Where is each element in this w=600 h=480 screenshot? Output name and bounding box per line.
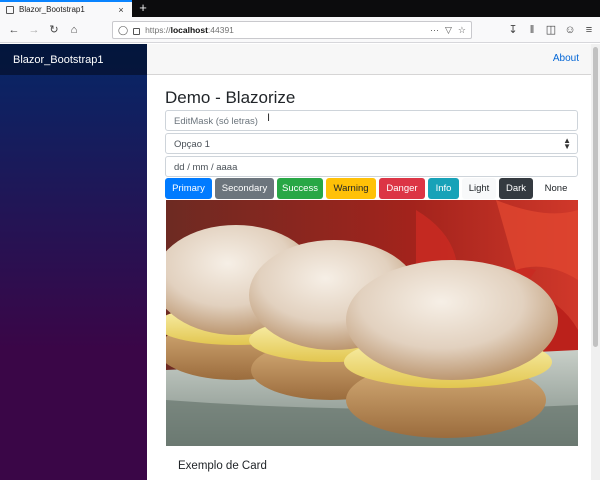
shield-icon[interactable]: ◯	[118, 25, 128, 36]
tab-close-icon[interactable]: ×	[116, 5, 126, 15]
select-caret-icon: ▲ ▼	[563, 136, 571, 151]
ellipsis-icon[interactable]: ···	[430, 25, 439, 35]
about-link[interactable]: About	[553, 53, 579, 64]
button-row: Primary Secondary Success Warning Danger…	[165, 178, 579, 199]
account-icon[interactable]: ☺	[562, 22, 578, 38]
tab-strip: Blazor_Bootstrap1 × +	[0, 0, 600, 17]
url-host: localhost	[170, 25, 208, 35]
url-text[interactable]: https://localhost:44391	[145, 25, 424, 35]
card-title: Exemplo de Card	[178, 460, 267, 472]
dark-button[interactable]: Dark	[499, 178, 533, 199]
url-port: :44391	[207, 25, 234, 35]
url-bar[interactable]: ◯ https://localhost:44391 ··· ▽ ☆	[112, 21, 472, 39]
browser-tab[interactable]: Blazor_Bootstrap1 ×	[0, 0, 132, 17]
lock-icon[interactable]	[133, 27, 141, 35]
danger-button[interactable]: Danger	[379, 178, 425, 199]
light-button[interactable]: Light	[462, 178, 496, 199]
option-select[interactable]: Opçao 1 ▲ ▼	[165, 133, 578, 154]
scrollbar-thumb[interactable]	[593, 47, 598, 347]
home-icon[interactable]: ⌂	[66, 22, 82, 38]
url-protocol: https://	[145, 25, 171, 35]
date-input[interactable]: dd / mm / aaaa	[165, 156, 578, 177]
browser-navbar: ← → ↻ ⌂ ◯ https://localhost:44391 ··· ▽ …	[0, 17, 600, 43]
success-button[interactable]: Success	[277, 178, 323, 199]
text-cursor-icon: I	[267, 112, 271, 124]
sidebar-brand[interactable]: Blazor_Bootstrap1	[0, 44, 147, 75]
back-arrow-icon[interactable]: ←	[6, 22, 22, 38]
page-favicon-icon	[6, 5, 14, 14]
top-row: About	[147, 44, 591, 75]
primary-button[interactable]: Primary	[165, 178, 212, 199]
page-scrollbar[interactable]	[591, 44, 600, 480]
browser-window: Blazor_Bootstrap1 × + ← → ↻ ⌂ ◯ https://…	[0, 0, 600, 480]
sidebar-toggle-icon[interactable]: ◫	[543, 22, 559, 38]
info-button[interactable]: Info	[428, 178, 459, 199]
download-icon[interactable]: ↧	[505, 22, 521, 38]
sidebar: Blazor_Bootstrap1	[0, 44, 147, 480]
reload-icon[interactable]: ↻	[46, 22, 62, 38]
forward-arrow-icon[interactable]: →	[26, 22, 42, 38]
secondary-button[interactable]: Secondary	[215, 178, 274, 199]
bookmark-star-icon[interactable]: ☆	[458, 25, 466, 36]
library-icon[interactable]: ‖	[524, 22, 540, 38]
none-button[interactable]: None	[536, 178, 576, 199]
pocket-icon[interactable]: ▽	[445, 25, 452, 36]
new-tab-button[interactable]: +	[136, 1, 150, 15]
warning-button[interactable]: Warning	[326, 178, 376, 199]
select-value: Opçao 1	[174, 139, 210, 150]
menu-icon[interactable]: ≡	[581, 22, 597, 38]
main-content: About Demo - Blazorize EditMask (só letr…	[147, 44, 591, 480]
card-image	[166, 200, 578, 446]
tab-title: Blazor_Bootstrap1	[19, 5, 85, 14]
page-title: Demo - Blazorize	[165, 88, 296, 107]
edit-mask-input[interactable]: EditMask (só letras)	[165, 110, 578, 131]
